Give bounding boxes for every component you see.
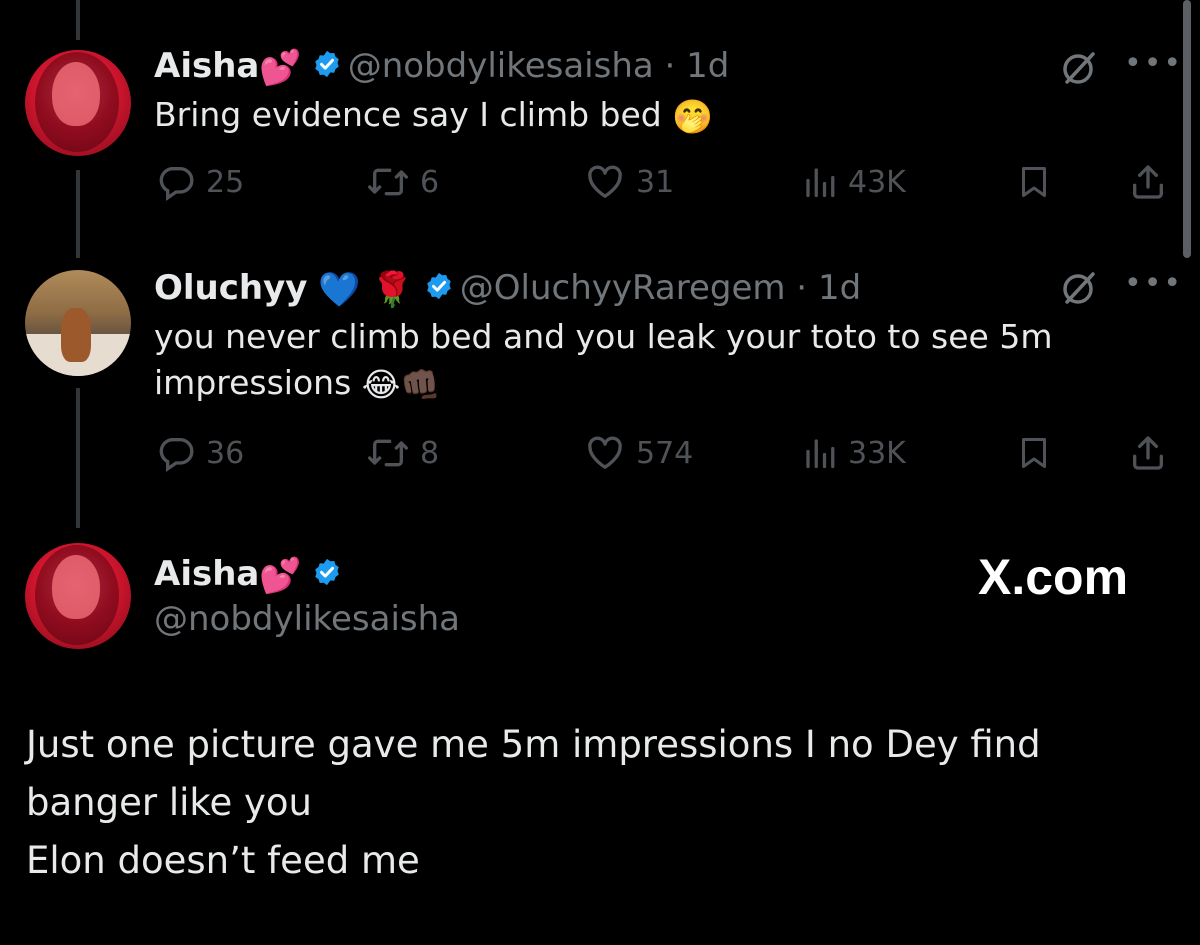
- repost-count: 6: [420, 164, 440, 200]
- repost-button[interactable]: 6: [366, 160, 439, 204]
- like-button[interactable]: 574: [584, 431, 693, 475]
- avatar[interactable]: [25, 50, 131, 156]
- bookmark-icon: [1022, 167, 1046, 197]
- avatar[interactable]: [25, 270, 131, 376]
- views-button[interactable]: 43K: [802, 160, 906, 204]
- name-emoji: 💕: [259, 555, 302, 596]
- thread-line-mid: [76, 170, 80, 258]
- thread-line-top: [76, 0, 80, 40]
- reply-button[interactable]: 25: [156, 160, 244, 204]
- tweet-text: Just one picture gave me 5m impressions …: [26, 716, 1041, 890]
- repost-count: 8: [420, 435, 440, 471]
- reply-icon: [159, 438, 194, 473]
- more-icon[interactable]: •••: [1124, 46, 1183, 81]
- views-button[interactable]: 33K: [802, 431, 906, 475]
- name-emoji: 💕: [259, 47, 302, 88]
- tweet-actions: 25 6 31 43K: [154, 160, 1174, 204]
- reply-count: 36: [206, 435, 245, 471]
- verified-badge-icon[interactable]: [312, 47, 342, 89]
- user-handle[interactable]: @OluchyyRaregem: [460, 268, 786, 308]
- separator: ·: [785, 268, 818, 308]
- x-watermark: X.com: [978, 549, 1129, 605]
- user-handle[interactable]: @nobdylikesaisha: [348, 46, 654, 86]
- share-button[interactable]: [1128, 431, 1168, 475]
- like-button[interactable]: 31: [584, 160, 674, 204]
- text-emoji: 😂👊🏿: [361, 365, 442, 404]
- display-name[interactable]: Oluchyy: [154, 268, 307, 308]
- bookmark-button[interactable]: [1016, 160, 1052, 204]
- like-icon: [588, 165, 622, 198]
- name-emoji: 💙: [318, 269, 361, 310]
- like-count: 574: [636, 435, 694, 471]
- tweet-text-line: impressions: [154, 363, 352, 402]
- verified-badge-icon[interactable]: [424, 269, 454, 311]
- views-icon: [806, 168, 835, 198]
- thread-line-bottom: [76, 388, 80, 528]
- tweet-text: you never climb bed and you leak your to…: [154, 314, 1052, 406]
- like-icon: [588, 436, 622, 469]
- view-count: 33K: [848, 435, 906, 471]
- timestamp[interactable]: 1d: [818, 268, 861, 308]
- name-emoji: 🌹: [371, 269, 414, 310]
- tweet-text: Bring evidence say I climb bed 🤭: [154, 92, 713, 138]
- bookmark-button[interactable]: [1016, 431, 1052, 475]
- reply-icon: [159, 167, 194, 202]
- tweet-text-line: banger like you: [26, 781, 313, 824]
- grok-icon[interactable]: [1058, 268, 1098, 312]
- display-name[interactable]: Aisha: [154, 554, 259, 594]
- view-count: 43K: [848, 164, 906, 200]
- tweet-text-body: Bring evidence say I climb bed: [154, 95, 662, 134]
- repost-icon: [367, 439, 408, 467]
- bookmark-icon: [1022, 438, 1046, 468]
- display-name[interactable]: Aisha: [154, 46, 259, 86]
- avatar[interactable]: [25, 543, 131, 649]
- user-handle[interactable]: @nobdylikesaisha: [154, 598, 460, 640]
- like-count: 31: [636, 164, 675, 200]
- separator: ·: [653, 46, 687, 86]
- views-icon: [806, 439, 835, 469]
- repost-button[interactable]: 8: [366, 431, 439, 475]
- tweet-text-line: Just one picture gave me 5m impressions …: [26, 723, 1041, 766]
- share-icon: [1133, 165, 1163, 199]
- tweet-text-line: Elon doesn’t feed me: [26, 839, 420, 882]
- verified-badge-icon[interactable]: [312, 555, 342, 597]
- text-emoji: 🤭: [672, 97, 714, 136]
- more-icon[interactable]: •••: [1124, 266, 1183, 301]
- share-button[interactable]: [1128, 160, 1168, 204]
- tweet-actions: 36 8 574 33K: [154, 431, 1174, 475]
- share-icon: [1133, 436, 1163, 470]
- tweet-text-line: you never climb bed and you leak your to…: [154, 317, 1053, 356]
- scrollbar[interactable]: [1183, 0, 1191, 258]
- reply-count: 25: [206, 164, 245, 200]
- timestamp[interactable]: 1d: [686, 46, 729, 86]
- tweet-header: Oluchyy 💙 🌹 @OluchyyRaregem · 1d: [154, 267, 861, 311]
- repost-icon: [367, 168, 408, 196]
- grok-icon[interactable]: [1058, 48, 1098, 92]
- reply-button[interactable]: 36: [156, 431, 244, 475]
- tweet-header: Aisha💕: [154, 553, 348, 597]
- tweet-header: Aisha💕 @nobdylikesaisha · 1d: [154, 45, 729, 89]
